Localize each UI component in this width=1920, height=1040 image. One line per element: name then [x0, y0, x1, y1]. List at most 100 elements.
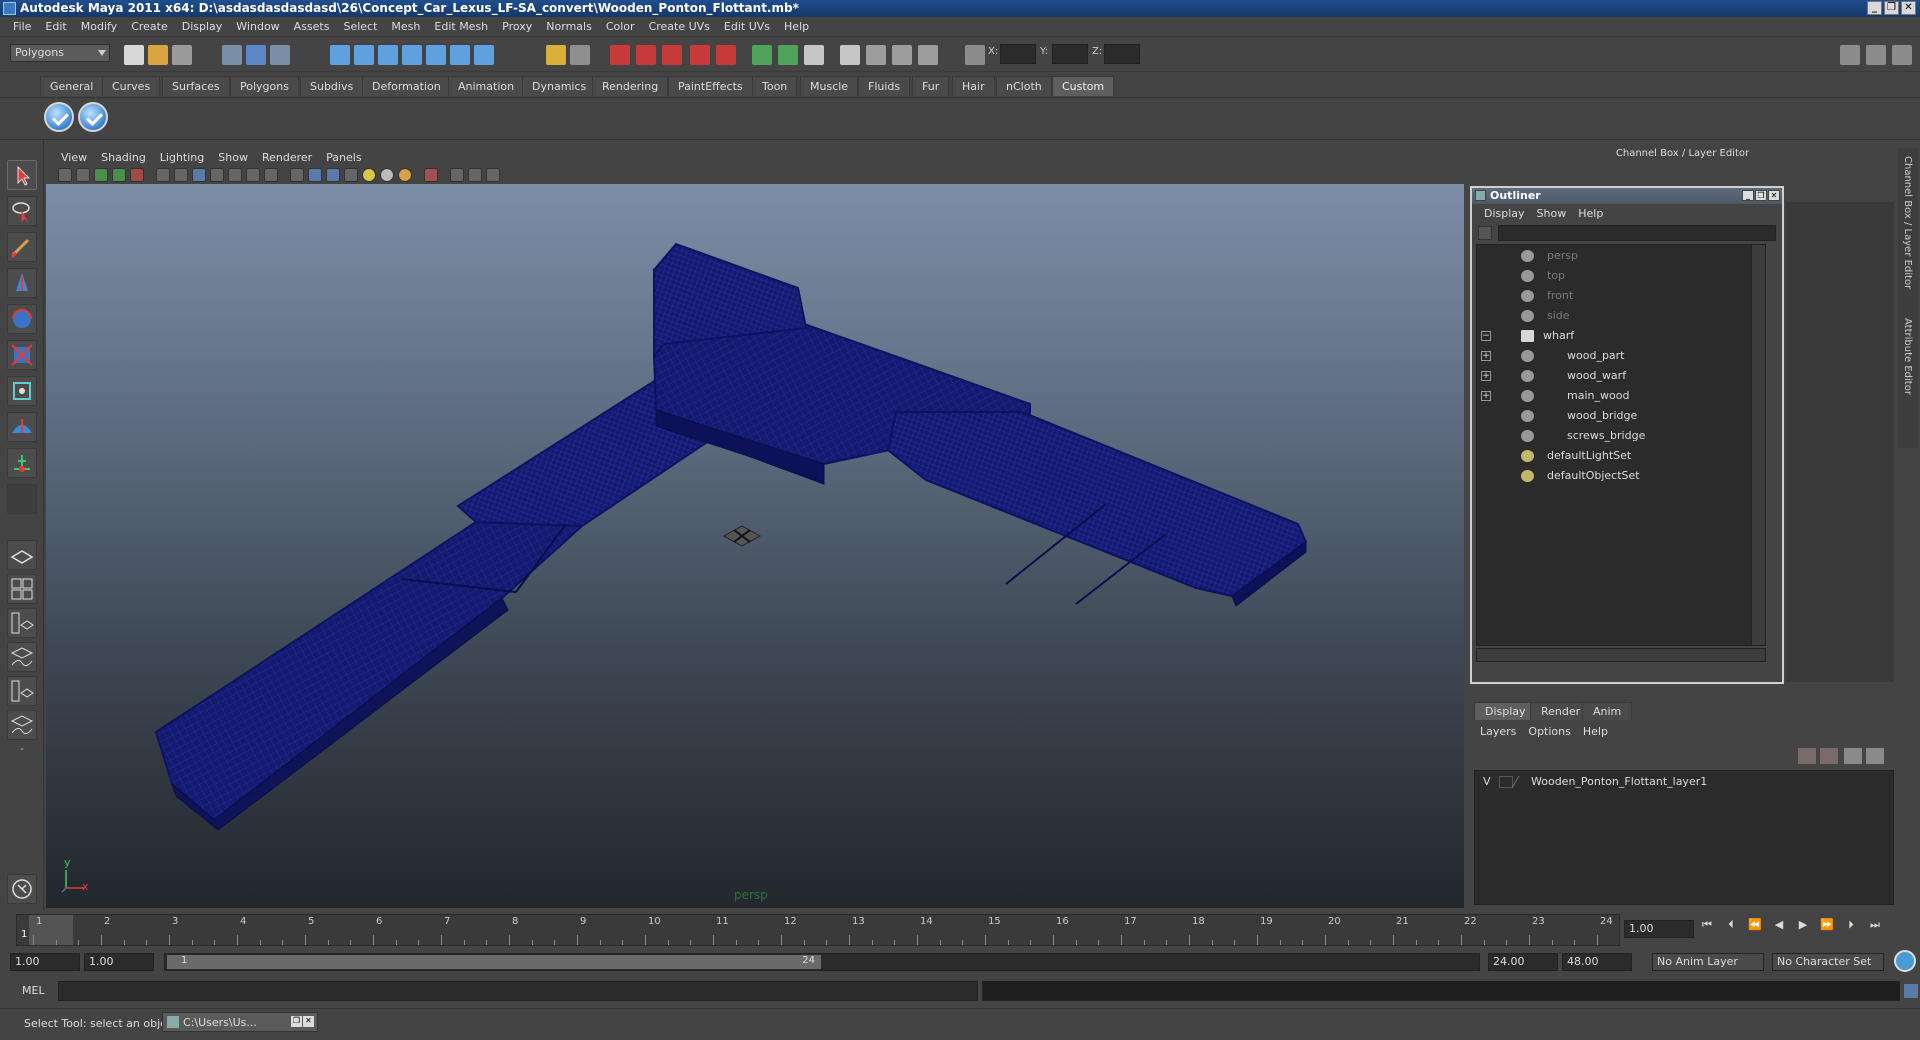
paint-select-tool-icon[interactable]: [7, 232, 37, 262]
selection-lock-icon[interactable]: [570, 45, 590, 65]
play-backwards-icon[interactable]: ◀: [1770, 918, 1788, 934]
shelf-tab-muscle[interactable]: Muscle: [800, 76, 859, 96]
move-layer-up-icon[interactable]: [1798, 748, 1816, 764]
ipr-render-icon[interactable]: [778, 45, 798, 65]
wireframe-on-shaded-icon[interactable]: [326, 168, 340, 182]
vp-menu-lighting[interactable]: Lighting: [153, 151, 211, 164]
lock-icon[interactable]: [546, 45, 566, 65]
bookmarks-icon[interactable]: [94, 168, 108, 182]
menu-edit[interactable]: Edit: [38, 20, 73, 33]
universal-manipulator-icon[interactable]: [7, 376, 37, 406]
film-gate-icon[interactable]: [174, 168, 188, 182]
gate-mask-icon[interactable]: [210, 168, 224, 182]
snap-curve-icon[interactable]: [354, 45, 374, 65]
menu-modify[interactable]: Modify: [74, 20, 124, 33]
menu-mesh[interactable]: Mesh: [384, 20, 427, 33]
scale-tool-icon[interactable]: [7, 340, 37, 370]
snap-view-plane-icon[interactable]: [402, 45, 422, 65]
help-question-icon[interactable]: [474, 45, 494, 65]
shelf-tab-general[interactable]: General: [40, 76, 104, 96]
persp-graph-hypershade-layout-icon[interactable]: [7, 710, 37, 740]
current-frame-field[interactable]: 1.00: [1624, 920, 1694, 938]
minimize-button[interactable]: _: [1867, 1, 1882, 15]
outliner-item-top[interactable]: top: [1477, 267, 1765, 285]
restore-button[interactable]: ❐: [1884, 1, 1899, 15]
shelf-tab-polygons[interactable]: Polygons: [230, 76, 299, 96]
smooth-shade-icon[interactable]: [308, 168, 322, 182]
shelf-tab-fur[interactable]: Fur: [912, 76, 950, 96]
attribute-editor-toggle-icon[interactable]: [1840, 45, 1860, 65]
shelf-tab-ncloth[interactable]: nCloth: [996, 76, 1052, 96]
outliner-menu-display[interactable]: Display: [1478, 207, 1531, 220]
menu-edit-uvs[interactable]: Edit UVs: [717, 20, 777, 33]
x-input[interactable]: [1000, 44, 1036, 64]
move-layer-down-icon[interactable]: [1820, 748, 1838, 764]
layer-tab-display[interactable]: Display: [1474, 702, 1537, 720]
menu-create-uvs[interactable]: Create UVs: [642, 20, 717, 33]
hypershade-persp-layout-icon[interactable]: [7, 676, 37, 706]
outliner-item-default-light-set[interactable]: defaultLightSet: [1477, 447, 1765, 465]
layer-row[interactable]: V Wooden_Ponton_Flottant_layer1: [1475, 773, 1893, 791]
outliner-item-wood-bridge[interactable]: wood_bridge: [1477, 407, 1765, 425]
layer-color-swatch[interactable]: [1511, 776, 1531, 788]
expand-toggle[interactable]: +: [1481, 351, 1491, 361]
task-restore-button[interactable]: ❐: [291, 1016, 302, 1027]
2d-pan-zoom-icon[interactable]: [130, 168, 144, 182]
script-editor-button-icon[interactable]: [1904, 984, 1918, 998]
outliner-close-button[interactable]: ✕: [1768, 190, 1780, 201]
resolution-gate-icon[interactable]: [192, 168, 206, 182]
y-input[interactable]: [1052, 44, 1088, 64]
end-time-field[interactable]: 48.00: [1562, 953, 1632, 971]
command-input[interactable]: [58, 981, 978, 1001]
step-back-frame-icon[interactable]: ⏴: [1722, 918, 1740, 934]
filter-icon[interactable]: [1478, 226, 1492, 240]
magnet-point-icon[interactable]: [662, 45, 682, 65]
expand-toggle[interactable]: +: [1481, 391, 1491, 401]
shelf-tab-deformation[interactable]: Deformation: [362, 76, 451, 96]
new-scene-icon[interactable]: [124, 45, 144, 65]
menu-create[interactable]: Create: [124, 20, 175, 33]
open-scene-icon[interactable]: [148, 45, 168, 65]
layer-menu-options[interactable]: Options: [1522, 725, 1576, 738]
lasso-tool-icon[interactable]: [7, 196, 37, 226]
expand-toggle[interactable]: +: [1481, 371, 1491, 381]
menu-assets[interactable]: Assets: [287, 20, 337, 33]
image-plane-icon[interactable]: [112, 168, 126, 182]
shelf-tab-animation[interactable]: Animation: [448, 76, 525, 96]
vp-menu-shading[interactable]: Shading: [94, 151, 153, 164]
3d-scene-view[interactable]: y x persp: [46, 184, 1464, 908]
single-perspective-layout-icon[interactable]: [7, 540, 37, 570]
outliner-item-default-object-set[interactable]: defaultObjectSet: [1477, 467, 1765, 485]
xray-components-icon[interactable]: [486, 168, 500, 182]
custom-check-icon-2[interactable]: [78, 102, 108, 132]
select-component-icon[interactable]: [270, 45, 290, 65]
character-set-dropdown[interactable]: No Character Set: [1772, 953, 1884, 971]
step-forward-frame-icon[interactable]: ⏵: [1842, 918, 1860, 934]
tool-settings-toggle-icon[interactable]: [1866, 45, 1886, 65]
outliner-menu-show[interactable]: Show: [1531, 207, 1573, 220]
magnet-live-icon[interactable]: [716, 45, 736, 65]
batch-render-icon[interactable]: [892, 45, 912, 65]
go-to-start-icon[interactable]: ⏮: [1698, 918, 1716, 934]
menu-file[interactable]: File: [6, 20, 38, 33]
magnet-surface-icon[interactable]: [690, 45, 710, 65]
shelf-tab-curves[interactable]: Curves: [102, 76, 161, 96]
high-quality-icon[interactable]: [398, 168, 412, 182]
shelf-tab-surfaces[interactable]: Surfaces: [162, 76, 230, 96]
outliner-item-wharf[interactable]: − wharf: [1477, 327, 1765, 345]
side-tab-channel-box[interactable]: Channel Box / Layer Editor: [1902, 156, 1913, 289]
snap-point-icon[interactable]: [378, 45, 398, 65]
save-scene-icon[interactable]: [172, 45, 192, 65]
field-chart-icon[interactable]: [228, 168, 242, 182]
show-manipulator-icon[interactable]: [7, 448, 37, 478]
script-editor-icon[interactable]: [7, 874, 37, 904]
outliner-filter-input[interactable]: [1498, 225, 1776, 241]
step-back-key-icon[interactable]: ⏪: [1746, 918, 1764, 934]
vp-menu-view[interactable]: View: [54, 151, 94, 164]
move-tool-icon[interactable]: [7, 268, 37, 298]
menu-proxy[interactable]: Proxy: [495, 20, 539, 33]
select-hierarchy-icon[interactable]: [222, 45, 242, 65]
wireframe-icon[interactable]: [290, 168, 304, 182]
outliner-vertical-scrollbar[interactable]: [1751, 245, 1765, 645]
last-tool-slot[interactable]: [7, 484, 37, 514]
